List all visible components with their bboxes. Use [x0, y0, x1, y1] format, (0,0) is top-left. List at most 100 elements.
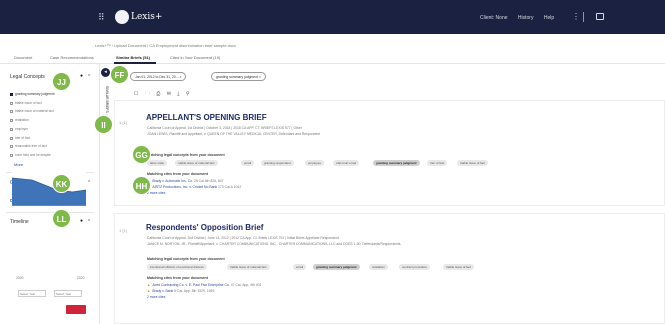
caution-flag-icon: ▲ [147, 283, 151, 287]
date-filter-chip[interactable]: Jan 01, 2012 to Dec 31, 20... × [130, 72, 187, 81]
result-metadata: California Court of Appeal, 2nd District… [147, 236, 339, 240]
chevron-up-icon[interactable]: ^ [88, 74, 90, 80]
checkbox-icon [10, 101, 13, 105]
checkbox-icon [10, 136, 13, 140]
help-icon[interactable]: ● [80, 73, 83, 79]
chevron-up-icon[interactable]: ^ [88, 219, 90, 225]
chevron-up-icon[interactable]: ^ [88, 180, 90, 186]
active-tab-indicator [114, 62, 156, 64]
history-menu[interactable]: History [518, 15, 534, 21]
result-number: 1 (1) [119, 120, 128, 125]
more-menu-icon[interactable]: ⋮ [572, 12, 580, 21]
sidebar-divider [6, 212, 94, 213]
checkbox-icon [10, 144, 13, 148]
result-title-link[interactable]: Respondents' Opposition Brief [146, 223, 263, 232]
result-card: 1 (1) APPELLANT'S OPENING BRIEF Californ… [114, 100, 665, 206]
checkbox-icon [10, 127, 13, 131]
cite-link[interactable]: ▲ Brady v. Bank 5 Cal. App. 5th 1529, 155… [147, 289, 214, 293]
collapse-rail-icon[interactable]: ◂ [101, 68, 110, 77]
tab-case-recommendations[interactable]: Case Recommendations [50, 55, 94, 60]
chat-icon[interactable] [596, 13, 604, 20]
result-number: 1 (1) [119, 228, 128, 233]
more-cites-link[interactable]: 2 more cites [147, 191, 165, 195]
apply-timeline-button[interactable] [66, 305, 86, 314]
concept-pill[interactable]: intentional infliction of emotional dist… [147, 264, 207, 270]
client-menu[interactable]: Client: None [480, 15, 508, 21]
concept-pill[interactable]: retaliation [369, 264, 389, 270]
concept-checkbox[interactable]: court held and be despite [10, 153, 51, 157]
cite-link[interactable]: ▲AIRTZ Productions, Inc. v. Cricket No B… [147, 185, 241, 189]
concept-checkbox[interactable]: triable issue of fact [10, 101, 42, 105]
more-concepts-link[interactable]: More [14, 162, 23, 167]
year-from-input[interactable]: Select Year [18, 290, 46, 297]
result-card: 1 (1) Respondents' Opposition Brief Cali… [114, 213, 665, 324]
legal-concepts-title: Legal Concepts [10, 74, 45, 80]
concept-checkbox[interactable]: trier of fact [10, 136, 30, 140]
tab-similar-briefs[interactable]: Similar Briefs (51) [116, 55, 150, 60]
concept-pill[interactable]: trier of fact [427, 160, 448, 166]
cite-link[interactable]: ▲ Aced Contracting Co. v. E. Paul Five En… [147, 283, 261, 287]
caution-flag-icon: ▲ [147, 289, 151, 293]
lexis-logo-text[interactable]: Lexis+ [131, 12, 162, 22]
concept-pill[interactable]: contract procedure [399, 264, 431, 270]
topbar-divider [583, 12, 584, 22]
concept-filter-chip[interactable]: granting summary judgment × [211, 72, 266, 81]
result-title-link[interactable]: APPELLANT'S OPENING BRIEF [146, 113, 267, 122]
concept-pill[interactable]: trial court erred [333, 160, 360, 166]
checkbox-icon [10, 153, 13, 157]
checkbox-icon [10, 118, 13, 122]
pin-icon[interactable]: ⚲ [186, 91, 190, 97]
email-icon[interactable]: ✉ [167, 91, 171, 97]
checkbox-icon [10, 109, 13, 113]
apps-grid-icon[interactable]: ⠿ [98, 13, 106, 22]
concept-pill[interactable]: granting respondent [261, 160, 294, 166]
timeline-end-label: 2020 [77, 276, 85, 280]
matching-concepts-label: Matching legal concepts from your docume… [147, 153, 225, 157]
concept-pill[interactable]: triable issue of fact [443, 264, 475, 270]
year-to-input[interactable]: Select Year [54, 290, 82, 297]
folder-icon[interactable]: 🗀 [145, 91, 150, 97]
concept-pill[interactable]: triable issue of material fact [175, 160, 218, 166]
annotation-marker-ii: II [94, 115, 113, 134]
concept-checkbox[interactable]: employer [10, 127, 28, 131]
concept-pill[interactable]: email [241, 160, 255, 166]
annotation-marker-kk: KK [52, 174, 71, 193]
concept-pill-highlighted[interactable]: granting summary judgment [373, 160, 420, 166]
print-icon[interactable]: ⎙ [156, 91, 160, 97]
concept-pill[interactable]: employee [305, 160, 325, 166]
close-icon[interactable]: × [180, 75, 182, 79]
lexis-logo-icon[interactable] [115, 10, 129, 24]
results-toolbar: ☐ 🗀 ⎙ ✉ ⤓ ⚲ [134, 91, 195, 99]
concept-checkbox[interactable]: retaliation [10, 118, 29, 122]
breadcrumb[interactable]: Lexis+™ / Upload Document / CA Employmen… [95, 43, 236, 48]
annotation-marker-ff: FF [110, 65, 129, 84]
timeline-title: Timeline [10, 219, 29, 225]
concept-pill[interactable]: labor code [147, 160, 168, 166]
matching-concepts-label: Matching legal concepts from your docume… [147, 257, 225, 261]
tab-document[interactable]: Document [14, 55, 32, 60]
help-menu[interactable]: Help [544, 15, 554, 21]
download-icon[interactable]: ⤓ [177, 91, 179, 97]
concept-checkbox[interactable]: granting summary judgment [10, 92, 55, 96]
result-parties: JANICE M. NORTON, JR., Plaintiff/Appella… [147, 242, 402, 246]
concept-pill[interactable]: triable issue of material fact [227, 264, 270, 270]
concept-checkbox[interactable]: triable issue of material fact [10, 109, 54, 113]
timeline-area-chart[interactable] [12, 170, 86, 206]
annotation-marker-ll: LL [52, 209, 71, 228]
results-tabs: Document Case Recommendations Similar Br… [0, 52, 665, 64]
timeline-start-label: 2000 [16, 276, 24, 280]
tab-cited-in-document[interactable]: Cited in Your Document (19) [170, 55, 220, 60]
close-icon[interactable]: × [259, 75, 261, 79]
top-nav-links: Client: None History Help [480, 15, 563, 21]
matching-cites-label: Matching cites from your document [147, 172, 208, 176]
select-all-checkbox-icon[interactable]: ☐ [134, 91, 138, 97]
concept-checkbox[interactable]: reasonable trier of fact [10, 144, 47, 148]
concept-pill[interactable]: triable issue of fact [457, 160, 489, 166]
annotation-marker-jj: JJ [52, 72, 71, 91]
concept-pill[interactable]: email [293, 264, 307, 270]
cite-link[interactable]: ▲Brady v. Automatic Ins. Co. 25 Cal.4th … [147, 179, 224, 183]
concept-pill-highlighted[interactable]: granting summary judgment [313, 264, 360, 270]
top-navigation-bar: ⠿ Lexis+ Client: None History Help ⋮ [0, 0, 665, 34]
help-icon[interactable]: ● [80, 218, 83, 224]
more-cites-link[interactable]: 2 more cites [147, 295, 165, 299]
